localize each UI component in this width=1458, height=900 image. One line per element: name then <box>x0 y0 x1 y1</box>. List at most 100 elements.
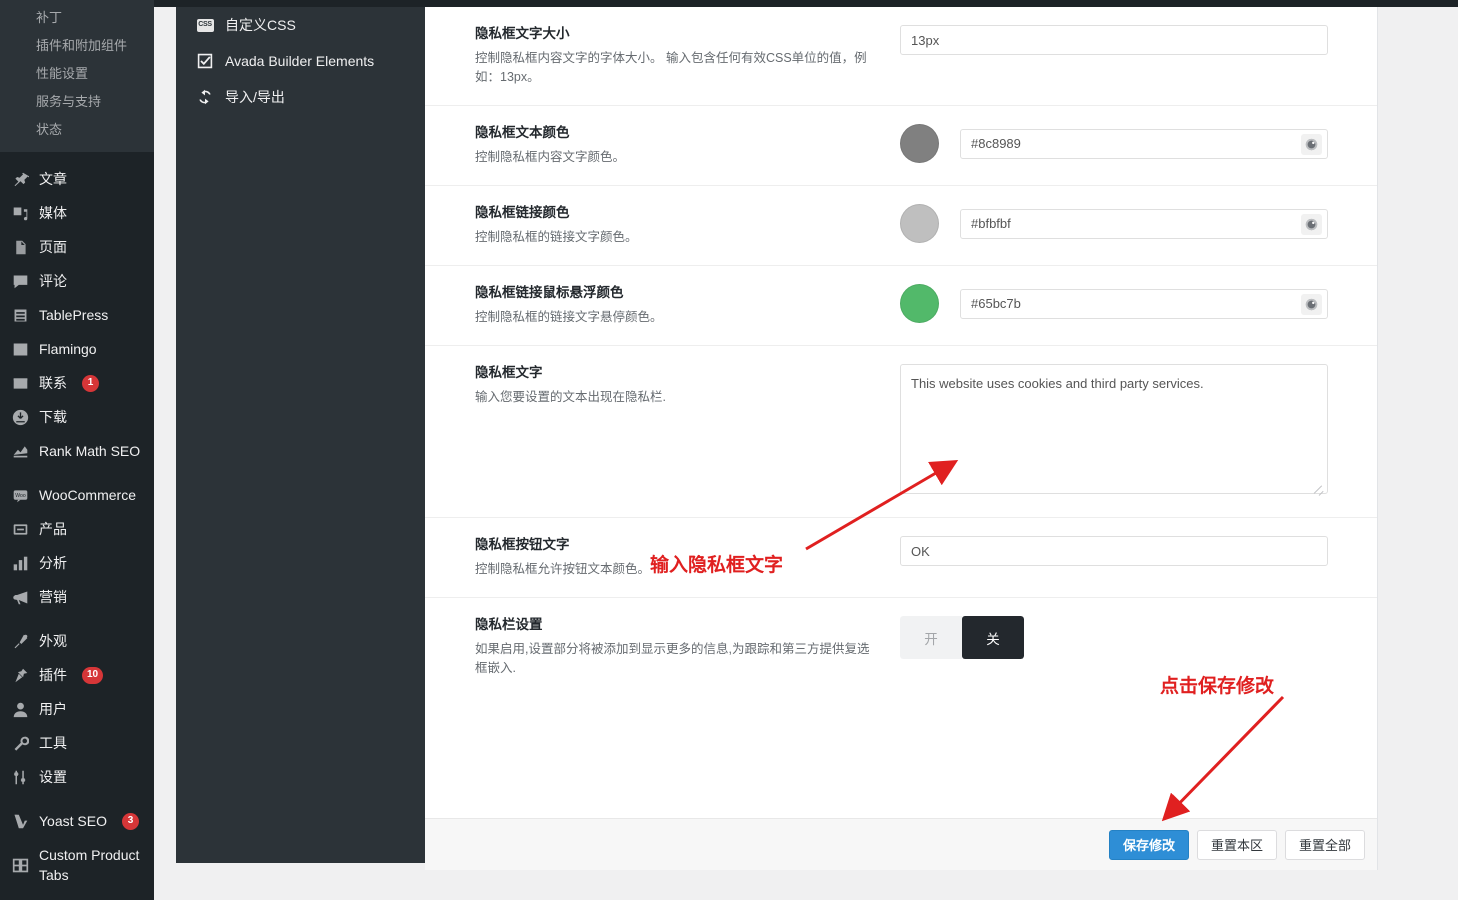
save-changes-button[interactable]: 保存修改 <box>1109 830 1189 860</box>
setting-title: 隐私框文字大小 <box>475 25 870 43</box>
sidebar-item-14[interactable]: 外观 <box>0 624 154 658</box>
sidebar-submenu-item[interactable]: 补丁 <box>0 4 154 32</box>
sidebar-item-8[interactable]: 下载 <box>0 400 154 434</box>
sidebar-item-label: 营销 <box>39 587 67 607</box>
row-label: 隐私栏设置 如果启用,设置部分将被添加到显示更多的信息,为跟踪和第三方提供复选框… <box>475 616 900 678</box>
sidebar-item-label: Custom Product Tabs <box>39 845 154 885</box>
plugin-icon <box>10 665 30 685</box>
sidebar-menu: 文章媒体页面评论 TablePress Flamingo联系1 下载 Rank Math… <box>0 152 154 892</box>
sidebar-item-label: 分析 <box>39 553 67 573</box>
sidebar-separator <box>0 794 154 804</box>
sidebar-item-label: 联系 <box>39 373 67 393</box>
sidebar-item-2[interactable]: 媒体 <box>0 196 154 230</box>
sidebar-item-15[interactable]: 插件10 <box>0 658 154 692</box>
privacy-font-size-input[interactable] <box>900 25 1328 55</box>
sidebar-item-4[interactable]: 评论 <box>0 264 154 298</box>
flyout-item-label: Avada Builder Elements <box>225 51 374 71</box>
comment-icon <box>10 271 30 291</box>
settings-panel: 隐私框文字大小 控制隐私框内容文字的字体大小。 输入包含任何有效CSS单位的值，… <box>425 7 1378 870</box>
admin-sidebar: 补丁插件和附加组件性能设置服务与支持状态 文章媒体页面评论 TablePress F… <box>0 0 154 900</box>
privacy-text-textarea[interactable]: This website uses cookies and third part… <box>900 364 1328 494</box>
sidebar-item-19[interactable]: Yoast SEO3 <box>0 804 154 838</box>
setting-row-text-color: 隐私框文本颜色 控制隐私框内容文字颜色。 <box>425 106 1377 186</box>
setting-row-button-text: 隐私框按钮文字 控制隐私框允许按钮文本颜色。 <box>425 518 1377 598</box>
sidebar-item-1[interactable]: 文章 <box>0 162 154 196</box>
sidebar-item-10[interactable]: WooWooCommerce <box>0 478 154 512</box>
setting-title: 隐私框链接颜色 <box>475 204 870 222</box>
row-control <box>900 124 1328 163</box>
sidebar-item-20[interactable]: Custom Product Tabs <box>0 838 154 892</box>
sidebar-item-5[interactable]: TablePress <box>0 298 154 332</box>
sidebar-item-label: Rank Math SEO <box>39 441 140 461</box>
setting-description: 控制隐私框的链接文字颜色。 <box>475 228 870 247</box>
admin-bar <box>0 0 1458 7</box>
color-swatch-text[interactable] <box>900 124 939 163</box>
row-label: 隐私框文字大小 控制隐私框内容文字的字体大小。 输入包含任何有效CSS单位的值，… <box>475 25 900 87</box>
flamingo-icon <box>10 339 30 359</box>
flyout-item-2[interactable]: Avada Builder Elements <box>176 43 425 79</box>
row-control <box>900 284 1328 323</box>
reset-section-button[interactable]: 重置本区 <box>1197 830 1277 860</box>
sidebar-submenu: 补丁插件和附加组件性能设置服务与支持状态 <box>0 0 154 152</box>
appearance-icon <box>10 631 30 651</box>
color-swatch-link[interactable] <box>900 204 939 243</box>
privacy-button-text-input[interactable] <box>900 536 1328 566</box>
flyout-item-label: 导入/导出 <box>225 87 285 107</box>
sidebar-item-13[interactable]: 营销 <box>0 580 154 614</box>
table-icon <box>10 305 30 325</box>
setting-description: 如果启用,设置部分将被添加到显示更多的信息,为跟踪和第三方提供复选框嵌入. <box>475 640 870 678</box>
color-picker-icon[interactable] <box>1301 134 1322 155</box>
sidebar-item-label: 文章 <box>39 169 67 189</box>
sidebar-item-label: Yoast SEO <box>39 811 107 831</box>
setting-description: 控制隐私框的链接文字悬停颜色。 <box>475 308 870 327</box>
row-label: 隐私框链接鼠标悬浮颜色 控制隐私框的链接文字悬停颜色。 <box>475 284 900 327</box>
sidebar-item-12[interactable]: 分析 <box>0 546 154 580</box>
sidebar-item-18[interactable]: 设置 <box>0 760 154 794</box>
sidebar-item-label: TablePress <box>39 305 108 325</box>
sidebar-item-9[interactable]: Rank Math SEO <box>0 434 154 468</box>
setting-title: 隐私框链接鼠标悬浮颜色 <box>475 284 870 302</box>
sidebar-item-16[interactable]: 用户 <box>0 692 154 726</box>
color-swatch-link-hover[interactable] <box>900 284 939 323</box>
setting-description: 控制隐私框内容文字的字体大小。 输入包含任何有效CSS单位的值，例如：13px。 <box>475 49 870 87</box>
rankmath-icon <box>10 441 30 461</box>
mail-icon <box>10 373 30 393</box>
sidebar-item-7[interactable]: 联系1 <box>0 366 154 400</box>
download-icon <box>10 407 30 427</box>
reset-all-button[interactable]: 重置全部 <box>1285 830 1365 860</box>
sidebar-submenu-item[interactable]: 性能设置 <box>0 60 154 88</box>
setting-description: 输入您要设置的文本出现在隐私栏. <box>475 388 870 407</box>
sidebar-submenu-item[interactable]: 服务与支持 <box>0 88 154 116</box>
pin-icon <box>10 169 30 189</box>
privacy-text-color-input[interactable] <box>961 130 1281 158</box>
svg-text:Woo: Woo <box>15 493 26 499</box>
sidebar-item-label: 下载 <box>39 407 67 427</box>
setting-title: 隐私框文字 <box>475 364 870 382</box>
row-label: 隐私框文字 输入您要设置的文本出现在隐私栏. <box>475 364 900 407</box>
color-picker-icon[interactable] <box>1301 214 1322 235</box>
toggle-on-option[interactable]: 开 <box>900 616 962 659</box>
sidebar-item-label: 产品 <box>39 519 67 539</box>
yoast-icon <box>10 811 30 831</box>
page-icon <box>10 237 30 257</box>
sidebar-item-17[interactable]: 工具 <box>0 726 154 760</box>
color-picker-icon[interactable] <box>1301 294 1322 315</box>
sidebar-item-label: 插件 <box>39 665 67 685</box>
sidebar-submenu-item[interactable]: 插件和附加组件 <box>0 32 154 60</box>
action-bar: 保存修改 重置本区 重置全部 <box>425 818 1377 870</box>
sidebar-item-3[interactable]: 页面 <box>0 230 154 264</box>
sidebar-item-6[interactable]: Flamingo <box>0 332 154 366</box>
sidebar-item-11[interactable]: 产品 <box>0 512 154 546</box>
flyout-item-1[interactable]: CSS自定义CSS <box>176 7 425 43</box>
setting-description: 控制隐私框允许按钮文本颜色。 <box>475 560 870 579</box>
analytics-icon <box>10 553 30 573</box>
flyout-item-label: 自定义CSS <box>225 15 296 35</box>
tabs-icon <box>10 855 30 875</box>
flyout-item-3[interactable]: 导入/导出 <box>176 79 425 115</box>
sidebar-submenu-item[interactable]: 状态 <box>0 116 154 144</box>
privacy-link-hover-color-input[interactable] <box>961 290 1281 318</box>
setting-title: 隐私框按钮文字 <box>475 536 870 554</box>
toggle-off-option[interactable]: 关 <box>962 616 1024 659</box>
privacy-bar-toggle[interactable]: 开 关 <box>900 616 1024 659</box>
privacy-link-color-input[interactable] <box>961 210 1281 238</box>
